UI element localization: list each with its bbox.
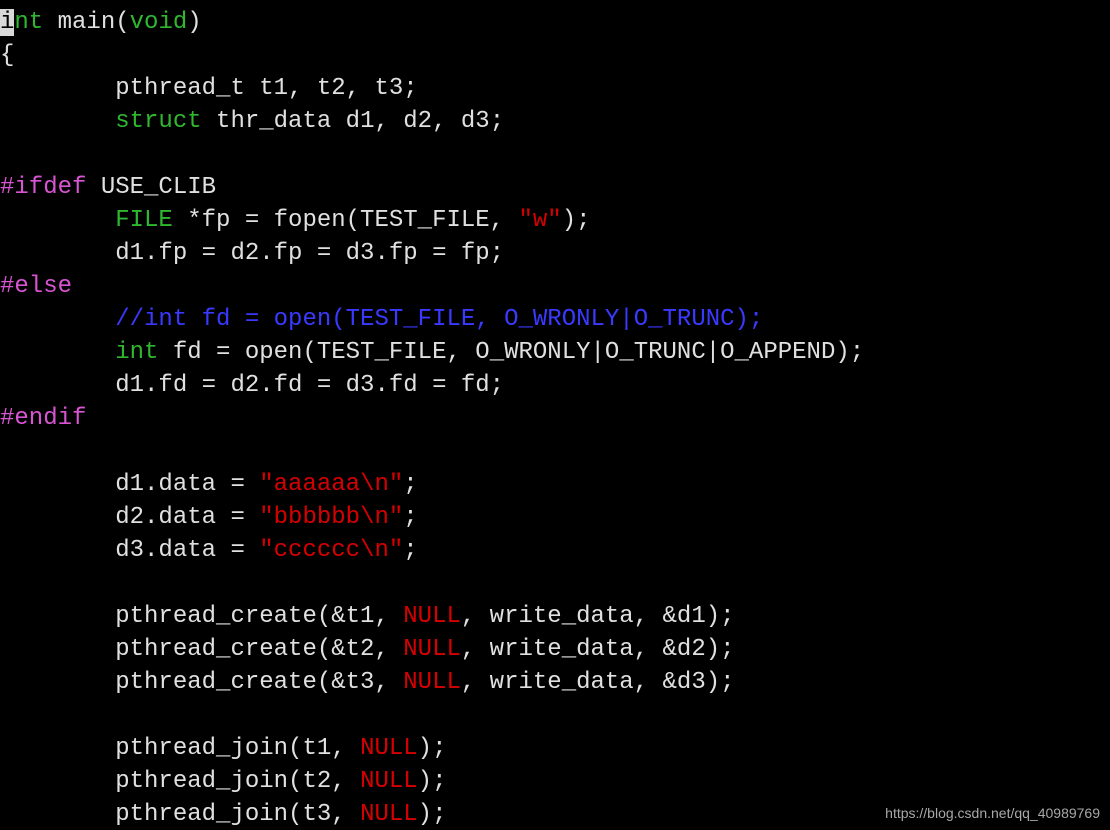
null-keyword: NULL	[403, 669, 461, 696]
code-text: d1.data =	[0, 471, 259, 498]
code-line: int main(void)	[0, 9, 202, 36]
code-text: , write_data, &d2);	[461, 636, 735, 663]
cursor: i	[0, 9, 14, 36]
code-text: main(	[43, 9, 129, 36]
string-literal: "w"	[518, 207, 561, 234]
code-text: USE_CLIB	[86, 174, 216, 201]
code-line: d2.data = "bbbbbb\n";	[0, 504, 418, 531]
code-line: pthread_create(&t2, NULL, write_data, &d…	[0, 636, 735, 663]
code-text: pthread_create(&t2,	[0, 636, 403, 663]
code-line: pthread_create(&t1, NULL, write_data, &d…	[0, 603, 735, 630]
code-line: int fd = open(TEST_FILE, O_WRONLY|O_TRUN…	[0, 339, 864, 366]
code-text: );	[562, 207, 591, 234]
code-text: pthread_join(t2,	[0, 768, 360, 795]
code-line: struct thr_data d1, d2, d3;	[0, 108, 504, 135]
code-line: pthread_join(t1, NULL);	[0, 735, 446, 762]
code-text	[0, 306, 115, 333]
code-text: );	[418, 768, 447, 795]
null-keyword: NULL	[360, 768, 418, 795]
type-keyword: int	[115, 339, 158, 366]
code-line: //int fd = open(TEST_FILE, O_WRONLY|O_TR…	[0, 306, 763, 333]
code-text: pthread_join(t3,	[0, 801, 360, 828]
null-keyword: NULL	[403, 603, 461, 630]
string-literal: "cccccc\n"	[259, 537, 403, 564]
code-text: );	[418, 801, 447, 828]
code-text: )	[187, 9, 201, 36]
code-text	[0, 339, 115, 366]
code-line: d3.data = "cccccc\n";	[0, 537, 418, 564]
preproc-keyword: #ifdef	[0, 174, 86, 201]
null-keyword: NULL	[360, 735, 418, 762]
code-text: d3.data =	[0, 537, 259, 564]
code-text: pthread_create(&t1,	[0, 603, 403, 630]
code-line: d1.fp = d2.fp = d3.fp = fp;	[0, 240, 504, 267]
code-text: fd = open(TEST_FILE, O_WRONLY|O_TRUNC|O_…	[158, 339, 864, 366]
null-keyword: NULL	[360, 801, 418, 828]
code-line: pthread_create(&t3, NULL, write_data, &d…	[0, 669, 735, 696]
code-text: , write_data, &d3);	[461, 669, 735, 696]
comment: //int fd = open(TEST_FILE, O_WRONLY|O_TR…	[115, 306, 763, 333]
code-line: pthread_t t1, t2, t3;	[0, 75, 418, 102]
code-text: );	[418, 735, 447, 762]
code-line: pthread_join(t2, NULL);	[0, 768, 446, 795]
type-keyword: FILE	[115, 207, 173, 234]
code-line: {	[0, 42, 14, 69]
null-keyword: NULL	[403, 636, 461, 663]
code-text: ;	[403, 471, 417, 498]
code-text: ;	[403, 504, 417, 531]
code-text: ;	[403, 537, 417, 564]
code-text: d2.data =	[0, 504, 259, 531]
type-keyword: void	[130, 9, 188, 36]
code-line: #ifdef USE_CLIB	[0, 174, 216, 201]
code-editor[interactable]: int main(void) { pthread_t t1, t2, t3; s…	[0, 0, 1110, 830]
code-text: *fp = fopen(TEST_FILE,	[173, 207, 519, 234]
string-literal: "bbbbbb\n"	[259, 504, 403, 531]
type-keyword: nt	[14, 9, 43, 36]
code-text: thr_data d1, d2, d3;	[202, 108, 504, 135]
code-text	[0, 108, 115, 135]
code-line: d1.data = "aaaaaa\n";	[0, 471, 418, 498]
code-text: pthread_join(t1,	[0, 735, 360, 762]
watermark: https://blog.csdn.net/qq_40989769	[885, 806, 1100, 820]
code-line: FILE *fp = fopen(TEST_FILE, "w");	[0, 207, 591, 234]
code-line: pthread_join(t3, NULL);	[0, 801, 446, 828]
string-literal: "aaaaaa\n"	[259, 471, 403, 498]
preproc-keyword: #endif	[0, 405, 86, 432]
code-text: pthread_create(&t3,	[0, 669, 403, 696]
code-text	[0, 207, 115, 234]
type-keyword: struct	[115, 108, 201, 135]
code-text: , write_data, &d1);	[461, 603, 735, 630]
code-line: d1.fd = d2.fd = d3.fd = fd;	[0, 372, 504, 399]
preproc-keyword: #else	[0, 273, 72, 300]
